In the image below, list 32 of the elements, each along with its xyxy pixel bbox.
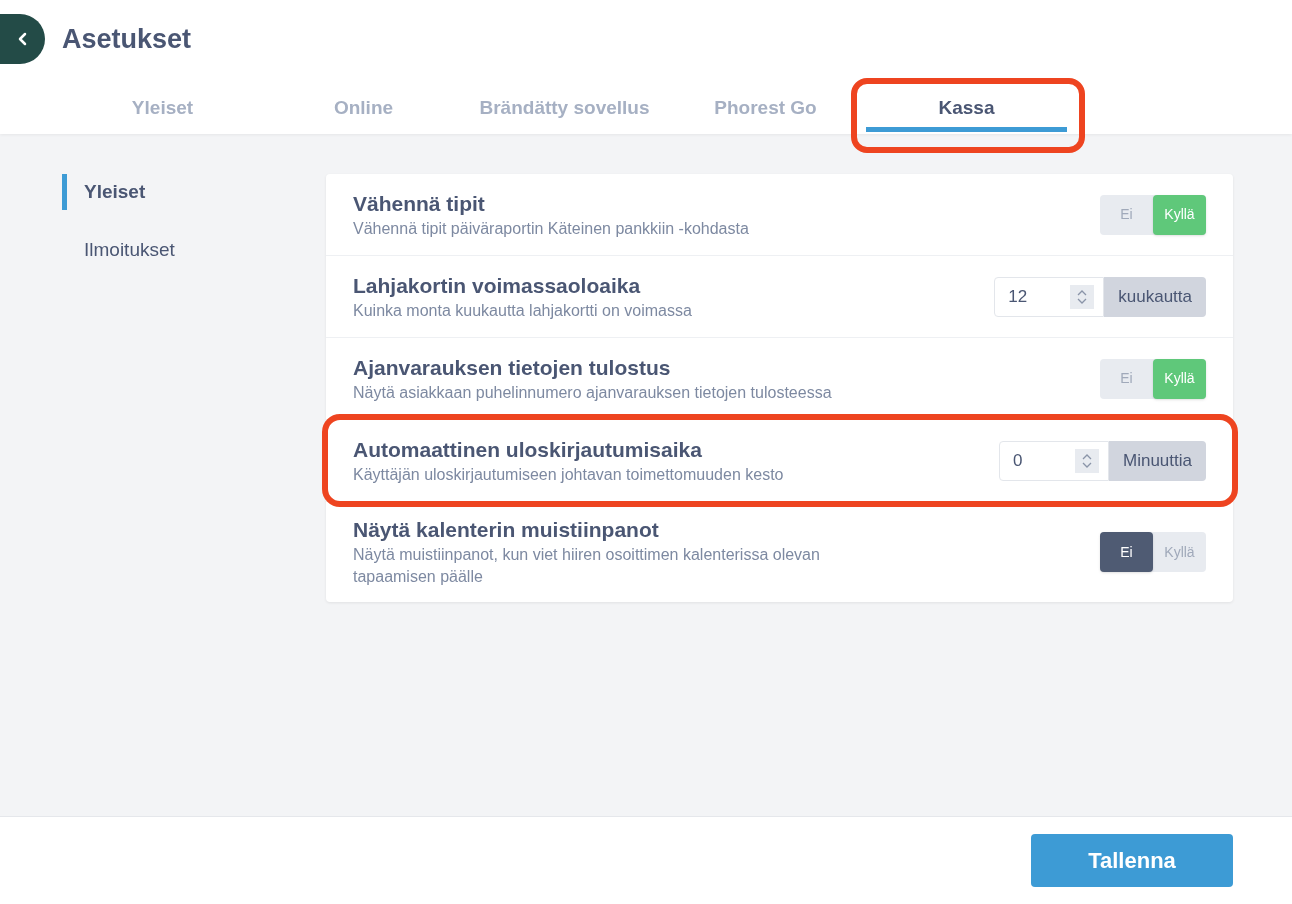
toggle-option[interactable]: Ei — [1100, 358, 1153, 399]
tab[interactable]: Yleiset — [62, 78, 263, 134]
setting-title: Vähennä tipit — [353, 190, 486, 217]
unit-label: Minuuttia — [1109, 440, 1206, 481]
tab[interactable]: Kassa — [866, 84, 1067, 134]
toggle-option[interactable]: Kyllä — [1153, 358, 1206, 399]
back-icon — [17, 32, 28, 46]
number-input[interactable]: 12 — [994, 276, 1105, 317]
setting-title: Näytä kalenterin muistiinpanot — [353, 517, 660, 543]
setting-description: Käyttäjän uloskirjautumiseen johtavan toimettomuuden kesto — [353, 464, 785, 485]
toggle-option[interactable]: Ei — [1100, 194, 1153, 235]
back-button[interactable] — [0, 14, 45, 64]
setting-description: Näytä asiakkaan puhelinnumero ajanvarauksen tietojen tulosteessa — [353, 382, 833, 403]
setting-description: Kuinka monta kuukautta lahjakortti on voimassa — [353, 300, 693, 321]
page-title: Asetukset — [62, 22, 192, 56]
setting-description: Näytä muistiinpanot, kun viet hiiren osoittimen kalenterissa olevan tapaamisen päälle — [353, 545, 821, 587]
tab[interactable]: Phorest Go — [665, 78, 866, 134]
spinner-icon[interactable] — [1070, 284, 1095, 309]
setting-title: Automaattinen uloskirjautumisaika — [353, 436, 703, 463]
toggle-option[interactable]: Kyllä — [1153, 194, 1206, 235]
spinner-icon[interactable] — [1075, 448, 1099, 473]
setting-title: Ajanvarauksen tietojen tulostus — [353, 354, 672, 381]
save-button[interactable]: Tallenna — [1031, 834, 1233, 887]
setting-title: Lahjakortin voimassaoloaika — [353, 272, 642, 299]
toggle-option[interactable]: Kyllä — [1153, 532, 1206, 572]
tab[interactable]: Brändätty sovellus — [464, 78, 665, 134]
number-input[interactable]: 0 — [999, 440, 1109, 481]
sidebar-item[interactable]: Ilmoitukset — [62, 232, 326, 268]
setting-description: Vähennä tipit päiväraportin Käteinen pankkiin -kohdasta — [353, 218, 750, 239]
unit-label: kuukautta — [1104, 276, 1206, 317]
tab[interactable]: Online — [263, 78, 464, 134]
toggle-option[interactable]: Ei — [1100, 532, 1153, 572]
